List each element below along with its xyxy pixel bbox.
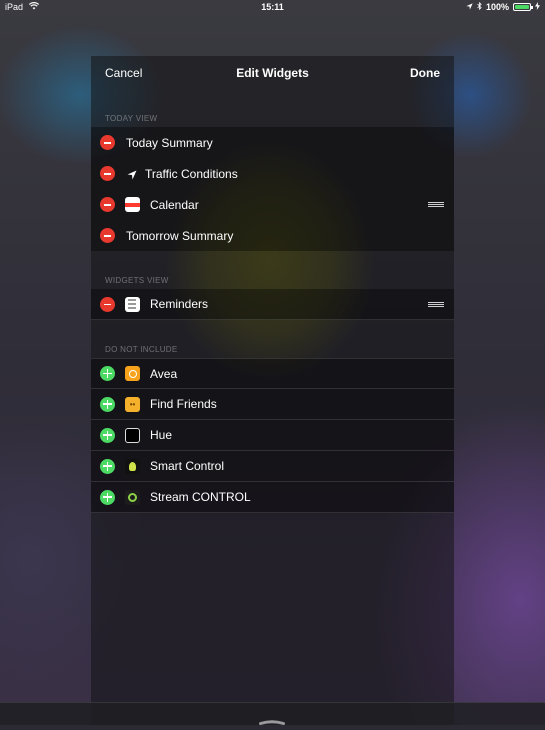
status-bar: iPad 15:11 100% [0,0,545,14]
add-icon[interactable] [100,427,115,443]
status-right: 100% [466,1,540,12]
list-item[interactable]: Today Summary [91,127,454,158]
section-header-today-view: TODAY VIEW [91,90,454,127]
list-item[interactable]: Hue [91,420,454,451]
smart-control-icon [125,458,140,474]
location-arrow-icon [127,169,137,179]
add-icon[interactable] [100,396,115,412]
remove-icon[interactable] [100,166,115,181]
remove-icon[interactable] [100,135,115,150]
widget-label: Stream CONTROL [150,490,251,504]
section-header-label: DO NOT INCLUDE [105,345,178,354]
reminders-icon [125,296,140,312]
widget-label: Today Summary [126,135,213,150]
page-title: Edit Widgets [236,66,309,80]
list-item[interactable]: Calendar [91,189,454,220]
add-icon[interactable] [100,366,115,381]
cancel-button[interactable]: Cancel [105,66,142,80]
notification-center-handle-bar [0,702,545,725]
remove-icon[interactable] [100,228,115,243]
status-time: 15:11 [261,2,284,12]
stream-control-icon [125,489,140,505]
edit-widgets-panel: Cancel Edit Widgets Done TODAY VIEW Toda… [91,56,454,725]
remove-icon[interactable] [100,296,115,312]
widget-label: Smart Control [150,459,225,473]
section-header-widgets-view: WIDGETS VIEW [91,251,454,289]
widget-label: Avea [150,366,178,381]
widgets-view-list: Reminders [91,289,454,320]
remove-icon[interactable] [100,197,115,212]
battery-icon [513,3,533,11]
done-button[interactable]: Done [410,66,440,80]
battery-percent: 100% [485,2,509,12]
calendar-icon [125,197,140,212]
avea-icon [125,366,140,381]
list-item[interactable]: •• Find Friends [91,389,454,420]
section-header-label: TODAY VIEW [105,114,158,123]
widget-label: Traffic Conditions [145,166,238,181]
nav-bar: Cancel Edit Widgets Done [91,56,454,90]
do-not-include-list: Avea •• Find Friends Hue Smart Control S… [91,358,454,513]
widget-label: Calendar [150,197,199,212]
list-item[interactable]: Avea [91,358,454,389]
widget-label: Find Friends [150,397,217,411]
list-item[interactable]: Reminders [91,289,454,320]
reorder-handle-icon[interactable] [428,202,444,207]
list-item[interactable]: Traffic Conditions [91,158,454,189]
list-item[interactable]: Stream CONTROL [91,482,454,513]
grabber-handle-icon[interactable] [259,712,285,725]
bluetooth-icon [477,1,482,12]
hue-icon [125,427,140,443]
widget-label: Reminders [150,297,209,311]
widget-label: Hue [150,428,173,442]
reorder-handle-icon[interactable] [428,302,444,307]
list-item[interactable]: Smart Control [91,451,454,482]
list-item[interactable]: Tomorrow Summary [91,220,454,251]
location-icon [466,2,473,12]
widget-label: Tomorrow Summary [126,228,234,243]
section-header-do-not-include: DO NOT INCLUDE [91,320,454,358]
charging-icon [535,2,540,12]
add-icon[interactable] [100,489,115,505]
find-friends-icon: •• [125,396,140,412]
section-header-label: WIDGETS VIEW [105,276,169,285]
today-view-list: Today Summary Traffic Conditions Calenda… [91,127,454,251]
add-icon[interactable] [100,458,115,474]
